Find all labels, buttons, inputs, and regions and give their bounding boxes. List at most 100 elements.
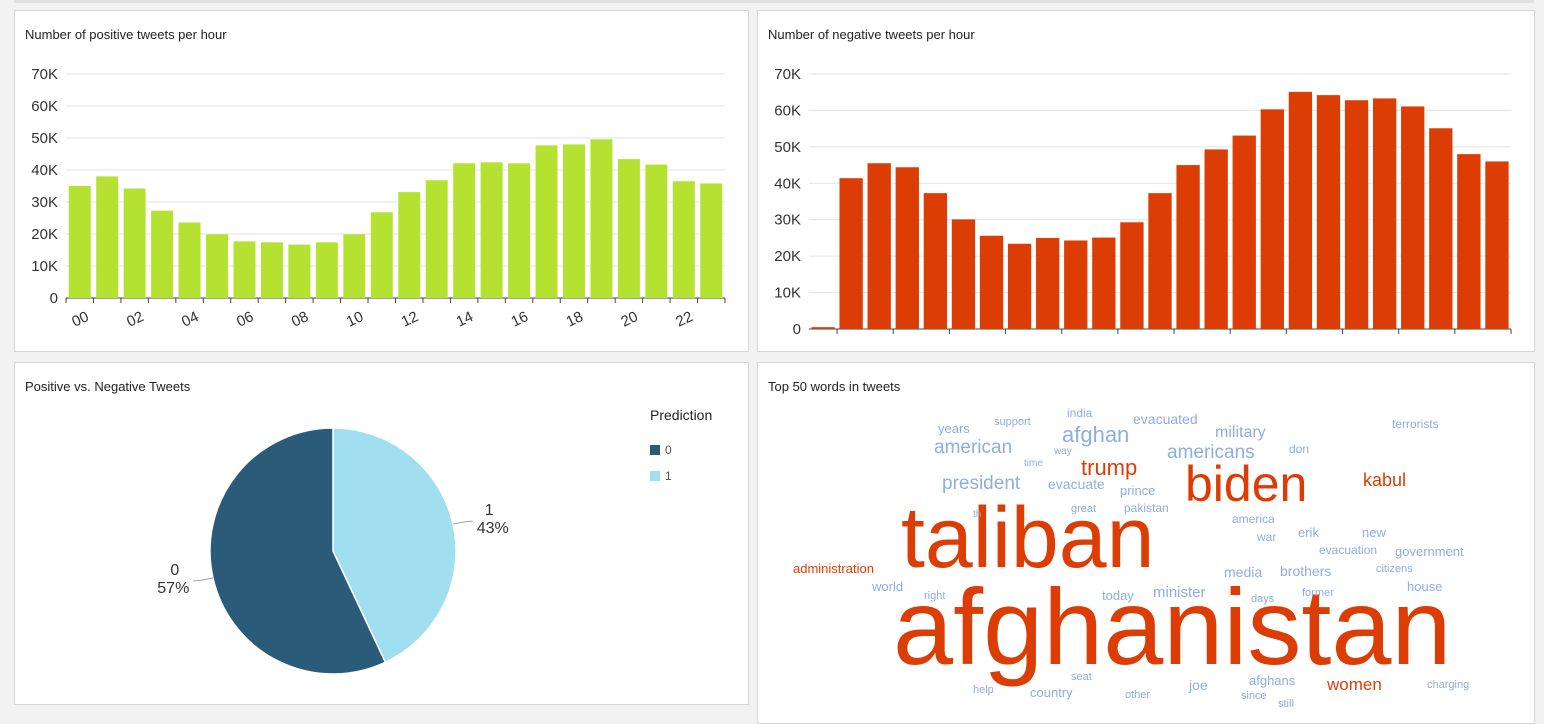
word-america: america — [1232, 512, 1275, 526]
x-tick-label: 04 — [179, 308, 201, 330]
y-tick-label: 20K — [774, 248, 801, 265]
pie-label-name: 1 — [485, 502, 494, 519]
word-women: women — [1327, 675, 1382, 694]
bar-h22 — [1429, 128, 1453, 329]
legend-title: Prediction — [650, 407, 712, 423]
y-tick-label: 70K — [774, 66, 801, 83]
word-evacuate: evacuate — [1048, 476, 1105, 492]
word-minister: minister — [1153, 584, 1206, 601]
legend-swatch-1 — [650, 471, 660, 481]
word-still: still — [1278, 698, 1294, 710]
y-tick-label: 30K — [31, 194, 58, 211]
bar-hour-13 — [425, 180, 448, 298]
bar-h6 — [979, 235, 1004, 329]
word-prince: prince — [1120, 483, 1156, 498]
bar-hour-15 — [480, 162, 503, 298]
word-country: country — [1030, 685, 1073, 700]
bar-hour-08 — [288, 244, 311, 298]
word-president: president — [942, 473, 1021, 494]
bar-hour-20 — [617, 159, 640, 298]
sentiment-pie-panel: Positive vs. Negative Tweets 1 43% 0 57% Pre… — [14, 362, 749, 705]
positive-tweets-panel: Number of positive tweets per hour 0 10K 2… — [14, 10, 749, 352]
x-tick-label: 02 — [124, 308, 146, 330]
y-tick-label: 10K — [31, 258, 58, 275]
y-tick-label: 20K — [31, 226, 58, 243]
bar-hour-14 — [453, 163, 476, 298]
bar-h4 — [923, 193, 948, 329]
sentiment-pie-chart: 143%057%Prediction01 — [157, 407, 712, 675]
bar-hour-23 — [700, 183, 723, 298]
pie-label-percent: 43% — [477, 520, 509, 537]
y-tick-label: 70K — [31, 66, 58, 83]
word-since: since — [1241, 690, 1267, 702]
bar-hour-22 — [672, 181, 695, 298]
bar-hour-09 — [315, 242, 338, 298]
word-way: way — [1054, 446, 1072, 457]
x-tick-label: 20 — [618, 308, 640, 330]
bar-h3 — [895, 167, 919, 329]
word-military: military — [1215, 424, 1266, 441]
legend-label-1: 1 — [665, 469, 672, 483]
bar-hour-18 — [562, 144, 585, 298]
bar-h21 — [1401, 106, 1425, 330]
negative-tweets-panel: Number of negative tweets per hour 0 10K 2… — [757, 10, 1535, 352]
y-tick-label: 60K — [774, 102, 801, 119]
bar-hour-17 — [535, 145, 558, 298]
word-erik: erik — [1298, 525, 1319, 540]
x-tick-label: 14 — [454, 308, 476, 330]
word-joe: joe — [1189, 677, 1208, 693]
bar-h5 — [951, 219, 976, 329]
bar-hour-03 — [151, 210, 174, 298]
bar-h24 — [1485, 161, 1509, 329]
x-tick-label: 08 — [289, 308, 311, 330]
word-american: american — [934, 437, 1013, 458]
bar-h1 — [839, 178, 863, 329]
word-help: help — [973, 684, 994, 696]
x-tick-label: 18 — [563, 308, 585, 330]
bar-h19 — [1344, 100, 1369, 329]
y-tick-label: 40K — [774, 175, 801, 192]
word-support: support — [994, 416, 1031, 428]
bar-hour-00 — [68, 186, 91, 298]
bar-h20 — [1372, 98, 1397, 330]
word-time: time — [1024, 458, 1043, 469]
word-cloud-panel: Top 50 words in tweets afghanistan taliba… — [757, 362, 1535, 724]
word-terrorists: terrorists — [1392, 417, 1439, 431]
word-media: media — [1224, 564, 1263, 580]
x-tick-label: 12 — [399, 308, 421, 330]
legend-swatch-0 — [650, 445, 660, 455]
word-americans: americans — [1167, 442, 1255, 463]
bar-h18 — [1316, 95, 1341, 329]
word-great: great — [1071, 503, 1097, 515]
word-th: th — [973, 509, 982, 520]
bar-h7 — [1007, 243, 1032, 329]
word-taliban: taliban — [901, 490, 1155, 586]
x-tick-label: 10 — [344, 308, 366, 330]
word-kabul: kabul — [1363, 470, 1407, 490]
bar-hour-04 — [178, 222, 201, 298]
bar-hour-01 — [96, 176, 119, 298]
word-years: years — [938, 421, 970, 436]
bar-hour-21 — [645, 164, 668, 298]
bar-hour-05 — [206, 234, 229, 298]
bar-h15 — [1232, 135, 1256, 329]
bar-hour-12 — [398, 192, 421, 298]
word-house: house — [1407, 579, 1443, 594]
word-seat: seat — [1071, 671, 1092, 683]
word-right: right — [924, 590, 946, 602]
word-today: today — [1102, 588, 1134, 603]
x-tick-label: 22 — [673, 308, 695, 330]
x-tick-label: 00 — [69, 308, 91, 330]
word-evacuation: evacuation — [1319, 543, 1378, 557]
word-india: india — [1067, 406, 1093, 420]
word-citizens: citizens — [1376, 563, 1413, 575]
bar-h11 — [1120, 222, 1144, 329]
word-government: government — [1395, 544, 1464, 559]
word-new: new — [1362, 525, 1386, 540]
bar-h8 — [1036, 237, 1060, 329]
word-charging: charging — [1427, 679, 1470, 691]
x-tick-label: 06 — [234, 308, 256, 330]
word-administration: administration — [793, 561, 874, 576]
bar-hour-10 — [343, 234, 366, 298]
y-tick-label: 50K — [31, 130, 58, 147]
